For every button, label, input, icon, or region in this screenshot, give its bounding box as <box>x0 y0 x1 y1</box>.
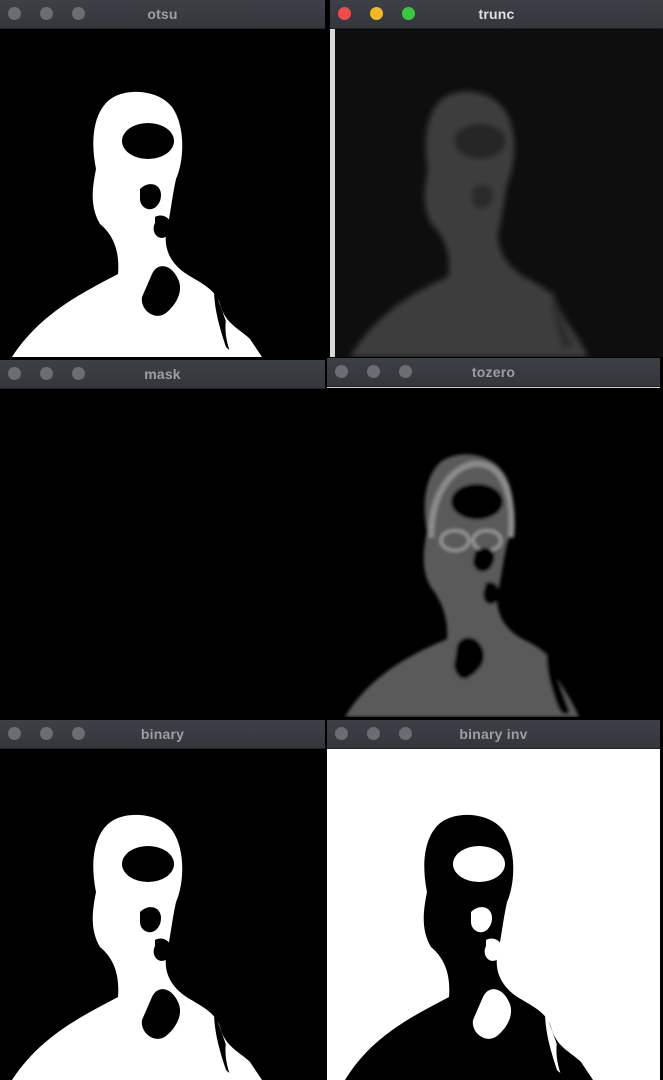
window-title: otsu <box>147 6 178 22</box>
title-bar[interactable]: mask <box>0 360 325 389</box>
image-binary-inv <box>327 749 660 1080</box>
window-binary-inv[interactable]: binary inv <box>327 720 660 1080</box>
image-otsu <box>0 29 325 357</box>
window-otsu[interactable]: otsu <box>0 0 325 357</box>
window-mask[interactable]: mask <box>0 360 325 717</box>
image-binary <box>0 749 325 1080</box>
window-tozero[interactable]: tozero <box>327 358 660 717</box>
window-trunc[interactable]: trunc <box>330 0 663 357</box>
title-bar[interactable]: trunc <box>330 0 663 29</box>
window-title: trunc <box>478 6 515 22</box>
window-title: tozero <box>471 364 516 380</box>
desktop: otsu trunc mask tozero binary binary inv <box>0 0 663 1080</box>
window-binary[interactable]: binary <box>0 720 325 1080</box>
image-mask <box>0 389 325 717</box>
title-bar[interactable]: otsu <box>0 0 325 29</box>
title-bar[interactable]: tozero <box>327 358 660 387</box>
title-bar[interactable]: binary <box>0 720 325 749</box>
title-bar[interactable]: binary inv <box>327 720 660 749</box>
image-trunc <box>330 29 663 357</box>
window-title: binary inv <box>459 726 528 742</box>
window-title: binary <box>140 726 185 742</box>
window-title: mask <box>144 366 181 382</box>
image-tozero <box>327 387 660 717</box>
